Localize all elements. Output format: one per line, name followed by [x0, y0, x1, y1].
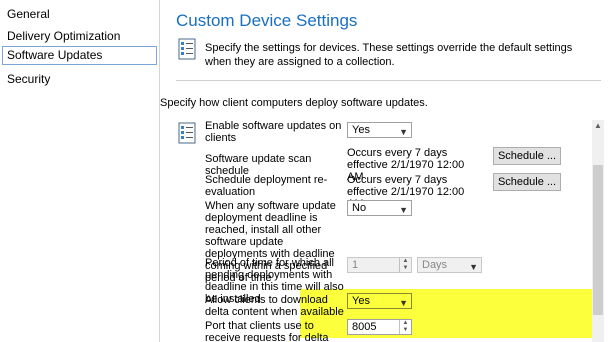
stepper-arrows-icon: ▲ ▼ [399, 320, 411, 334]
settings-list-icon [178, 122, 196, 144]
delta-port-value: 8005 [352, 321, 377, 333]
nav-item-software-updates[interactable]: Software Updates [2, 46, 157, 65]
reevaluation-schedule-button[interactable]: Schedule ... [493, 173, 561, 191]
vertical-scrollbar[interactable]: ▲ [592, 120, 604, 342]
settings-grid: Enable software updates on clients Yes ▼… [176, 120, 596, 342]
scroll-up-icon[interactable]: ▲ [592, 120, 604, 132]
reevaluation-label: Schedule deployment re-evaluation [205, 174, 328, 198]
enable-updates-select[interactable]: Yes ▼ [347, 122, 412, 138]
period-stepper[interactable]: 1 ▲ ▼ [347, 257, 412, 273]
delta-port-stepper[interactable]: 8005 ▲ ▼ [347, 319, 412, 335]
enable-updates-value: Yes [352, 124, 370, 136]
nav-item-security[interactable]: Security [2, 70, 157, 89]
chevron-down-icon: ▼ [399, 127, 408, 137]
page-title: Custom Device Settings [176, 11, 358, 30]
settings-nav: General Delivery Optimization Software U… [0, 0, 160, 342]
divider [176, 80, 601, 81]
delta-port-label: Port that clients use to receive request… [205, 320, 329, 342]
chevron-down-icon: ▼ [469, 262, 478, 272]
delta-download-label: Allow clients to download delta content … [205, 294, 344, 318]
period-value: 1 [352, 259, 359, 271]
enable-updates-label: Enable software updates on clients [205, 120, 342, 144]
stepper-arrows-icon: ▲ ▼ [399, 258, 411, 272]
chevron-down-icon: ▼ [399, 205, 408, 215]
period-unit-value: Days [422, 259, 448, 271]
section-lead-text: Specify how client computers deploy soft… [160, 97, 428, 109]
chevron-down-icon: ▼ [399, 298, 408, 308]
nav-item-general[interactable]: General [2, 5, 157, 24]
settings-pane: Custom Device Settings Specify the setti… [160, 0, 610, 342]
scrollbar-thumb[interactable] [593, 165, 603, 315]
nav-item-delivery-optimization[interactable]: Delivery Optimization [2, 27, 157, 46]
scan-schedule-button[interactable]: Schedule ... [493, 147, 561, 165]
settings-list-icon [178, 38, 196, 60]
deadline-value: No [352, 202, 367, 214]
delta-download-value: Yes [352, 295, 370, 307]
page-description: Specify the settings for devices. These … [205, 42, 573, 68]
delta-download-select[interactable]: Yes ▼ [347, 293, 412, 309]
period-unit-select[interactable]: Days ▼ [417, 257, 482, 273]
deadline-select[interactable]: No ▼ [347, 200, 412, 216]
